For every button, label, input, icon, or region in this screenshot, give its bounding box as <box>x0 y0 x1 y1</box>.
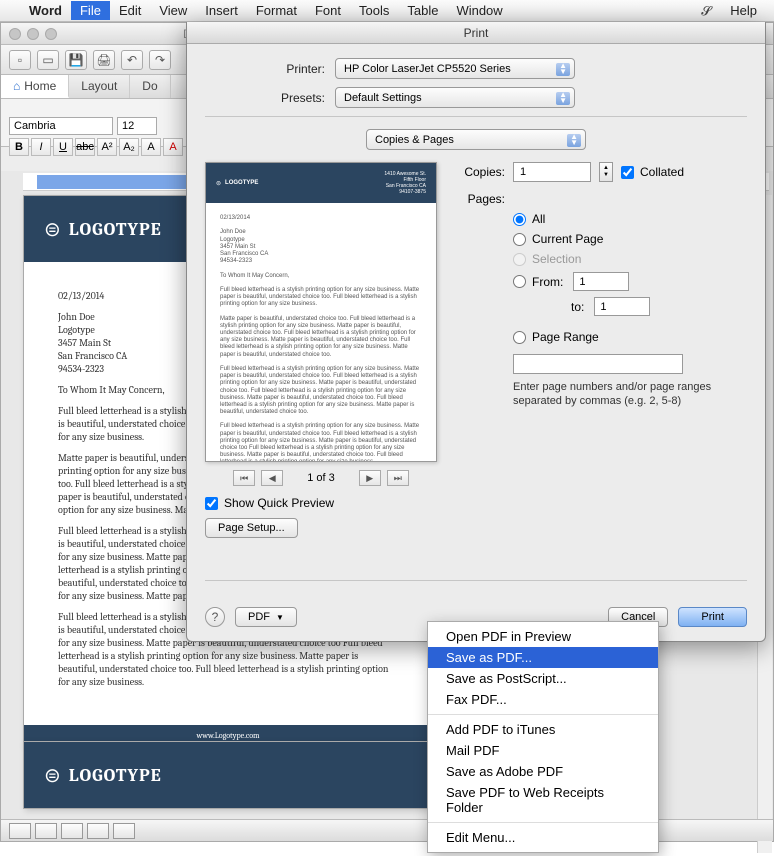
view-outline-icon[interactable] <box>35 823 57 839</box>
zoom-icon[interactable] <box>45 28 57 40</box>
view-notebook-icon[interactable] <box>87 823 109 839</box>
home-icon: ⌂ <box>13 79 20 93</box>
to-company: Logotype <box>58 324 95 336</box>
bold-button[interactable]: B <box>9 138 29 156</box>
radio-selection: Selection <box>513 252 747 266</box>
printer-label: Printer: <box>205 62 335 76</box>
page-setup-button[interactable]: Page Setup... <box>205 518 298 538</box>
menu-save-web-receipts[interactable]: Save PDF to Web Receipts Folder <box>428 782 658 818</box>
section-select[interactable]: Copies & Pages▲▼ <box>366 129 586 150</box>
radio-from[interactable]: From: <box>513 272 747 291</box>
menu-table[interactable]: Table <box>398 1 447 20</box>
highlight-button[interactable]: A <box>141 138 161 156</box>
menu-fax-pdf[interactable]: Fax PDF... <box>428 689 658 710</box>
quick-preview-checkbox[interactable]: Show Quick Preview <box>205 496 437 510</box>
tab-home[interactable]: ⌂Home <box>1 75 69 98</box>
menu-help[interactable]: Help <box>721 1 766 20</box>
menu-edit-menu[interactable]: Edit Menu... <box>428 827 658 848</box>
logo-icon: ⊜ <box>44 217 61 241</box>
to-street: 3457 Main St <box>58 337 111 349</box>
logo-icon: ⊜ <box>44 763 61 787</box>
tab-layout[interactable]: Layout <box>69 75 130 98</box>
menu-file[interactable]: File <box>71 1 110 20</box>
print-dialog: Print Printer: HP Color LaserJet CP5520 … <box>186 22 766 642</box>
copies-stepper[interactable]: ▲▼ <box>599 162 613 182</box>
print-preview: ⊜LOGOTYPE1410 Awesome St.Fifth FloorSan … <box>205 162 437 462</box>
script-icon[interactable]: 𝓢 <box>701 3 711 19</box>
copies-field[interactable] <box>513 162 591 182</box>
open-icon[interactable]: ▭ <box>37 50 59 70</box>
view-focus-icon[interactable] <box>113 823 135 839</box>
menu-app[interactable]: Word <box>20 1 71 20</box>
print-icon[interactable]: 🖨 <box>93 50 115 70</box>
pages-label: Pages: <box>455 192 505 206</box>
strikethrough-button[interactable]: abc <box>75 138 95 156</box>
menu-add-pdf-itunes[interactable]: Add PDF to iTunes <box>428 719 658 740</box>
pager-first-icon[interactable]: ⏮ <box>233 470 255 486</box>
copies-label: Copies: <box>455 165 505 179</box>
pager-prev-icon[interactable]: ◀ <box>261 470 283 486</box>
preview-pager: ⏮ ◀ 1 of 3 ▶ ⏭ <box>205 470 437 486</box>
dialog-title: Print <box>187 22 765 44</box>
quick-preview-input[interactable] <box>205 497 218 510</box>
menu-save-adobe-pdf[interactable]: Save as Adobe PDF <box>428 761 658 782</box>
superscript-button[interactable]: A² <box>97 138 117 156</box>
printer-select[interactable]: HP Color LaserJet CP5520 Series▲▼ <box>335 58 575 79</box>
new-icon[interactable]: ▫ <box>9 50 31 70</box>
font-color-button[interactable]: A <box>163 138 183 156</box>
underline-button[interactable]: U <box>53 138 73 156</box>
pager-next-icon[interactable]: ▶ <box>359 470 381 486</box>
logo-text: LOGOTYPE <box>69 219 162 240</box>
presets-label: Presets: <box>205 91 335 105</box>
menu-insert[interactable]: Insert <box>196 1 247 20</box>
radio-all[interactable]: All <box>513 212 747 226</box>
menu-format[interactable]: Format <box>247 1 306 20</box>
letterhead-header-2: ⊜ LOGOTYPE <box>24 742 432 808</box>
page-range-hint: Enter page numbers and/or page ranges se… <box>513 380 747 409</box>
menu-edit[interactable]: Edit <box>110 1 150 20</box>
to-label: to: <box>571 300 584 314</box>
subscript-button[interactable]: A₂ <box>119 138 139 156</box>
to-zip: 94534-2323 <box>58 363 104 375</box>
page-2: ⊜ LOGOTYPE <box>23 741 433 809</box>
tab-document[interactable]: Do <box>130 75 170 98</box>
font-size-select[interactable]: 12 <box>117 117 157 135</box>
menu-font[interactable]: Font <box>306 1 350 20</box>
page-range-field[interactable] <box>513 354 683 374</box>
menubar: Word File Edit View Insert Format Font T… <box>0 0 774 22</box>
minimize-icon[interactable] <box>27 28 39 40</box>
radio-current[interactable]: Current Page <box>513 232 747 246</box>
radio-page-range[interactable]: Page Range <box>513 330 747 344</box>
chevron-down-icon: ▼ <box>276 613 284 622</box>
from-field[interactable] <box>573 272 629 291</box>
menu-window[interactable]: Window <box>447 1 511 20</box>
menu-tools[interactable]: Tools <box>350 1 398 20</box>
to-name: John Doe <box>58 311 95 323</box>
italic-button[interactable]: I <box>31 138 51 156</box>
collated-input[interactable] <box>621 166 634 179</box>
view-publishing-icon[interactable] <box>61 823 83 839</box>
to-city: San Francisco CA <box>58 350 127 362</box>
undo-icon[interactable]: ↶ <box>121 50 143 70</box>
menu-view[interactable]: View <box>150 1 196 20</box>
pdf-dropdown-menu: Open PDF in Preview Save as PDF... Save … <box>427 621 659 853</box>
pdf-menu-button[interactable]: PDF▼ <box>235 607 297 627</box>
menu-save-as-pdf[interactable]: Save as PDF... <box>428 647 658 668</box>
redo-icon[interactable]: ↷ <box>149 50 171 70</box>
pager-label: 1 of 3 <box>307 472 335 484</box>
menu-open-pdf-preview[interactable]: Open PDF in Preview <box>428 626 658 647</box>
font-name-select[interactable]: Cambria <box>9 117 113 135</box>
save-icon[interactable]: 💾 <box>65 50 87 70</box>
close-icon[interactable] <box>9 28 21 40</box>
pager-last-icon[interactable]: ⏭ <box>387 470 409 486</box>
print-button[interactable]: Print <box>678 607 747 627</box>
menu-mail-pdf[interactable]: Mail PDF <box>428 740 658 761</box>
logo-text: LOGOTYPE <box>69 765 162 786</box>
menu-save-as-postscript[interactable]: Save as PostScript... <box>428 668 658 689</box>
to-field[interactable] <box>594 297 650 316</box>
help-button[interactable]: ? <box>205 607 225 627</box>
presets-select[interactable]: Default Settings▲▼ <box>335 87 575 108</box>
view-print-layout-icon[interactable] <box>9 823 31 839</box>
collated-checkbox[interactable]: Collated <box>621 165 684 179</box>
